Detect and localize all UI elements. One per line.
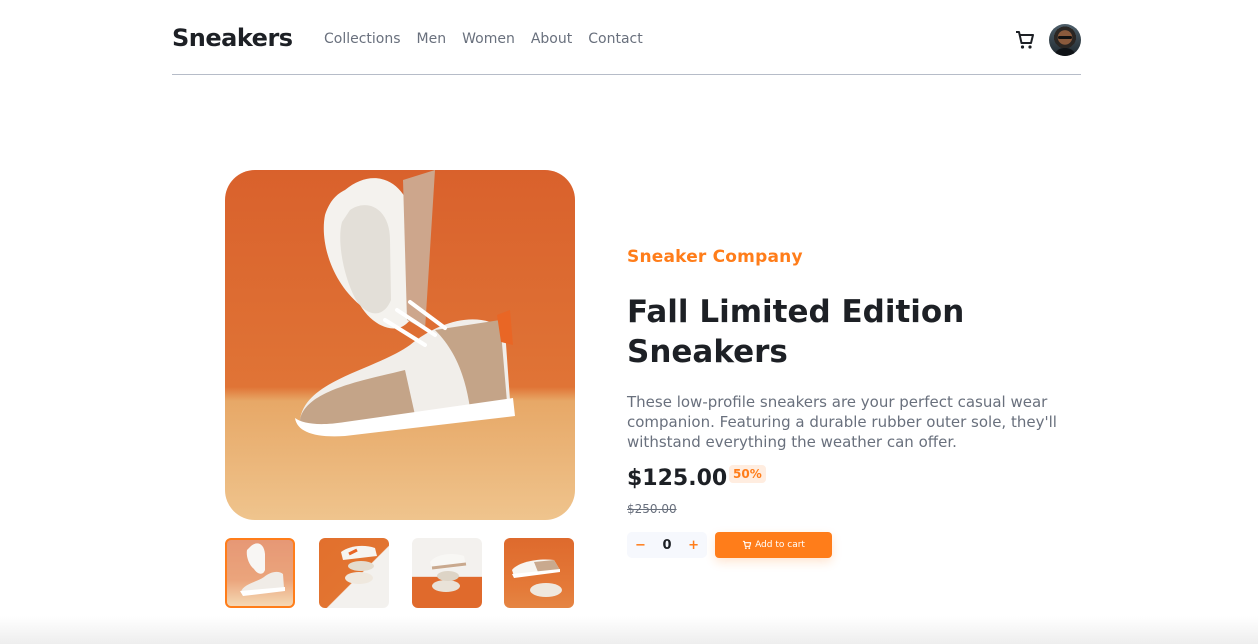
- nav-contact[interactable]: Contact: [588, 31, 642, 47]
- thumbnail-3[interactable]: [412, 538, 482, 608]
- site-header: Sneakers Collections Men Women About Con…: [172, 0, 1081, 75]
- current-price: $125.00: [627, 466, 728, 491]
- logo[interactable]: Sneakers: [172, 24, 293, 52]
- original-price: $250.00: [627, 502, 677, 516]
- product-main-image[interactable]: [225, 170, 575, 520]
- avatar[interactable]: [1049, 24, 1081, 56]
- nav-collections[interactable]: Collections: [324, 31, 401, 47]
- minus-icon[interactable]: −: [635, 539, 646, 552]
- page-bottom-fade: [0, 616, 1258, 644]
- thumbnail-4[interactable]: [504, 538, 574, 608]
- avatar-glasses: [1058, 36, 1072, 39]
- nav-about[interactable]: About: [531, 31, 572, 47]
- cart-icon[interactable]: [1014, 29, 1036, 51]
- quantity-stepper: − 0 +: [627, 532, 707, 558]
- cart-small-icon: [742, 540, 752, 550]
- nav-women[interactable]: Women: [462, 31, 515, 47]
- nav-men[interactable]: Men: [417, 31, 447, 47]
- thumbnail-1[interactable]: [225, 538, 295, 608]
- add-to-cart-label: Add to cart: [755, 540, 805, 550]
- brand-name: Sneaker Company: [627, 247, 803, 267]
- avatar-body: [1054, 48, 1076, 56]
- product-description: These low-profile sneakers are your perf…: [627, 393, 1057, 451]
- add-to-cart-button[interactable]: Add to cart: [715, 532, 832, 558]
- discount-badge: 50%: [729, 465, 766, 483]
- quantity-value: 0: [662, 537, 672, 553]
- plus-icon[interactable]: +: [688, 539, 699, 552]
- main-nav: Collections Men Women About Contact: [324, 31, 643, 47]
- product-title: Fall Limited Edition Sneakers: [627, 294, 965, 370]
- thumbnail-2[interactable]: [319, 538, 389, 608]
